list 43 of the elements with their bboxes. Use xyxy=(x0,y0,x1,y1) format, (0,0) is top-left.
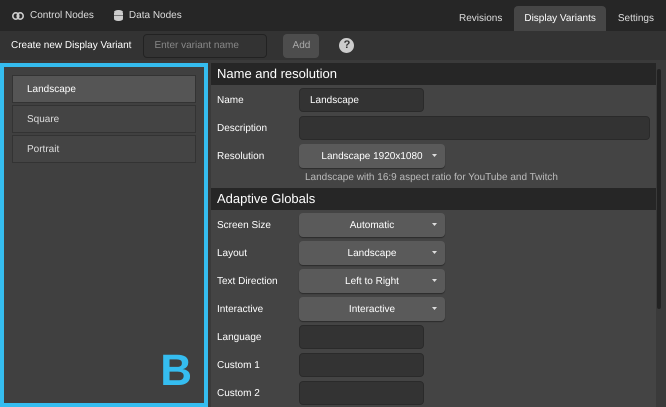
variant-item[interactable]: Portrait xyxy=(12,135,196,163)
field-label: Layout xyxy=(216,246,248,260)
field-label: Custom 1 xyxy=(216,358,261,372)
caret-icon xyxy=(432,251,437,254)
tab[interactable]: Display Variants xyxy=(514,6,606,31)
resolution-hint: Landscape with 16:9 aspect ratio for YouTube and Twitch xyxy=(305,171,559,185)
text-field[interactable] xyxy=(299,381,424,405)
section-header: Adaptive Globals xyxy=(211,188,656,210)
create-variant-label: Create new Display Variant xyxy=(11,39,132,53)
variant-item[interactable]: Landscape xyxy=(12,75,196,103)
field-label: Interactive xyxy=(216,302,264,316)
caret-icon xyxy=(432,279,437,282)
database-icon xyxy=(114,10,123,21)
field-label: Name xyxy=(216,94,245,108)
section-header: Name and resolution xyxy=(211,63,656,85)
tab[interactable]: Data Nodes xyxy=(114,8,182,23)
text-field[interactable] xyxy=(299,325,424,349)
caret-icon xyxy=(432,307,437,310)
text-field[interactable] xyxy=(299,116,650,140)
field-label: Resolution xyxy=(216,150,266,164)
dropdown[interactable]: Automatic xyxy=(299,213,445,237)
caret-icon xyxy=(432,154,437,157)
field-label: Description xyxy=(216,122,268,136)
tab[interactable]: Settings xyxy=(610,6,662,31)
add-button[interactable]: Add xyxy=(283,34,320,58)
variant-item[interactable]: Square xyxy=(12,105,196,133)
field-label: Text Direction xyxy=(216,274,279,288)
tab[interactable]: Revisions xyxy=(450,6,510,31)
annotation-letter: B xyxy=(160,349,192,393)
variant-name-field[interactable]: Enter variant name xyxy=(143,34,268,58)
tab[interactable]: Control Nodes xyxy=(12,8,94,23)
link-icon xyxy=(12,12,24,20)
caret-icon xyxy=(432,223,437,226)
field-label: Language xyxy=(216,330,262,344)
help-button[interactable]: ? xyxy=(339,38,354,53)
dropdown[interactable]: Landscape xyxy=(299,241,445,265)
dropdown[interactable]: Landscape 1920x1080 xyxy=(299,144,445,168)
field-label: Custom 2 xyxy=(216,386,261,400)
dropdown[interactable]: Left to Right xyxy=(299,269,445,293)
text-field[interactable]: Landscape xyxy=(299,88,424,112)
dropdown[interactable]: Interactive xyxy=(299,297,445,321)
text-field[interactable] xyxy=(299,353,424,377)
field-label: Screen Size xyxy=(216,218,272,232)
